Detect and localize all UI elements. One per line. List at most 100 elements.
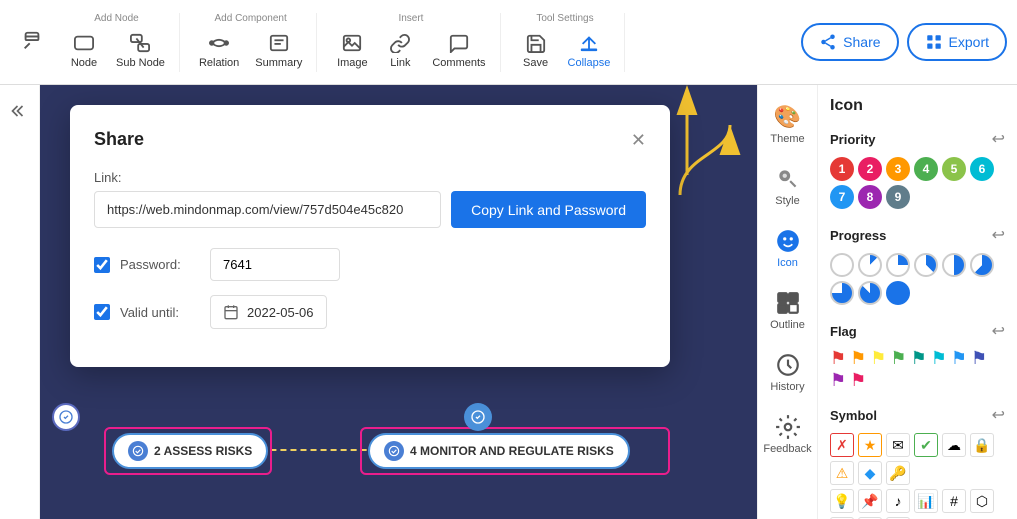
progress-4[interactable] [942, 253, 966, 277]
password-label: Password: [120, 257, 200, 272]
progress-header: Progress ↩ [830, 225, 1005, 245]
relation-button[interactable]: Relation [193, 28, 245, 72]
sidebar-item-outline[interactable]: Outline [758, 279, 817, 341]
link-input[interactable] [94, 191, 441, 228]
progress-reset-button[interactable]: ↩ [992, 225, 1005, 245]
symbol-bulb[interactable]: 💡 [830, 489, 854, 513]
valid-until-row: Valid until: 2022-05-06 [94, 295, 646, 329]
priority-8[interactable]: 8 [858, 185, 882, 209]
symbol-pin[interactable]: 📌 [858, 489, 882, 513]
flag-purple[interactable]: ⚑ [830, 371, 846, 389]
collapse-button[interactable]: Collapse [562, 28, 617, 72]
save-button[interactable]: Save [514, 28, 558, 72]
comments-button[interactable]: Comments [426, 28, 491, 72]
toolbar: Add Node Add Node Node [0, 0, 1017, 85]
add-component-group: Add Component Relation [185, 13, 317, 72]
priority-reset-button[interactable]: ↩ [992, 129, 1005, 149]
flag-orange[interactable]: ⚑ [850, 349, 866, 367]
save-label: Save [523, 57, 548, 69]
symbol-warning[interactable]: ⚠ [830, 461, 854, 485]
sidebar-item-history[interactable]: History [758, 341, 817, 403]
insert-items: Image Link Comments [330, 28, 491, 72]
symbol-hex[interactable]: ⬡ [970, 489, 994, 513]
flag-icons: ⚑ ⚑ ⚑ ⚑ ⚑ ⚑ ⚑ ⚑ ⚑ ⚑ [830, 349, 1005, 389]
flag-section: Flag ↩ ⚑ ⚑ ⚑ ⚑ ⚑ ⚑ ⚑ ⚑ ⚑ ⚑ [830, 321, 1005, 389]
symbol-star[interactable]: ★ [858, 433, 882, 457]
valid-until-checkbox[interactable] [94, 304, 110, 320]
export-button[interactable]: Export [907, 23, 1007, 61]
symbol-music[interactable]: ♪ [886, 489, 910, 513]
relation-icon [207, 31, 231, 55]
flag-header: Flag ↩ [830, 321, 1005, 341]
link-label: Link [390, 57, 410, 69]
symbol-lock[interactable]: 🔒 [970, 433, 994, 457]
progress-5[interactable] [970, 253, 994, 277]
progress-1[interactable] [858, 253, 882, 277]
collapse-label: Collapse [568, 57, 611, 69]
progress-6[interactable] [830, 281, 854, 305]
icon-panel: Icon Priority ↩ 1 2 3 4 5 6 7 8 9 [818, 85, 1017, 519]
priority-7[interactable]: 7 [830, 185, 854, 209]
password-input[interactable] [210, 248, 340, 281]
insert-group: Insert Image [322, 13, 500, 72]
sidebar-item-theme[interactable]: 🎨 Theme [758, 93, 817, 155]
summary-button[interactable]: Summary [249, 28, 308, 72]
priority-3[interactable]: 3 [886, 157, 910, 181]
flag-reset-button[interactable]: ↩ [992, 321, 1005, 341]
summary-label: Summary [255, 57, 302, 69]
progress-2[interactable] [886, 253, 910, 277]
symbol-row-1: ✗ ★ ✉ ✔ ☁ 🔒 ⚠ ◆ 🔑 [830, 433, 1005, 485]
add-component-items: Relation Summary [193, 28, 308, 72]
progress-icons [830, 253, 1005, 305]
share-button[interactable]: Share [801, 23, 898, 61]
sub-node-button[interactable]: Sub Node [110, 28, 171, 72]
node-button[interactable]: Node [62, 28, 106, 72]
symbol-mail[interactable]: ✉ [886, 433, 910, 457]
date-input-wrap[interactable]: 2022-05-06 [210, 295, 327, 329]
priority-9[interactable]: 9 [886, 185, 910, 209]
progress-7[interactable] [858, 281, 882, 305]
symbol-chart[interactable]: 📊 [914, 489, 938, 513]
image-label: Image [337, 57, 368, 69]
image-button[interactable]: Image [330, 28, 374, 72]
symbol-cloud[interactable]: ☁ [942, 433, 966, 457]
progress-3[interactable] [914, 253, 938, 277]
sidebar-item-style[interactable]: Style [758, 155, 817, 217]
flag-cyan[interactable]: ⚑ [931, 349, 947, 367]
flag-red[interactable]: ⚑ [830, 349, 846, 367]
priority-6[interactable]: 6 [970, 157, 994, 181]
feedback-icon [774, 413, 802, 441]
symbol-check[interactable]: ✔ [914, 433, 938, 457]
priority-1[interactable]: 1 [830, 157, 854, 181]
flag-blue[interactable]: ⚑ [951, 349, 967, 367]
symbol-x[interactable]: ✗ [830, 433, 854, 457]
right-sidebar: 🎨 Theme Style [758, 85, 818, 519]
priority-5[interactable]: 5 [942, 157, 966, 181]
symbol-diamond[interactable]: ◆ [858, 461, 882, 485]
format-painter-button[interactable]: Add Node [10, 26, 54, 58]
symbol-number[interactable]: # [942, 489, 966, 513]
sidebar-item-feedback[interactable]: Feedback [758, 403, 817, 465]
priority-2[interactable]: 2 [858, 157, 882, 181]
flag-teal[interactable]: ⚑ [911, 349, 927, 367]
tool-settings-group: Tool Settings Save [506, 13, 626, 72]
priority-4[interactable]: 4 [914, 157, 938, 181]
flag-title: Flag [830, 324, 857, 339]
modal-close-button[interactable]: ✕ [631, 131, 646, 149]
progress-8[interactable] [886, 281, 910, 305]
progress-0[interactable] [830, 253, 854, 277]
password-checkbox[interactable] [94, 257, 110, 273]
flag-yellow[interactable]: ⚑ [870, 349, 886, 367]
export-icon [925, 33, 943, 51]
link-button[interactable]: Link [378, 28, 422, 72]
flag-pink[interactable]: ⚑ [850, 371, 866, 389]
canvas[interactable]: 2 ASSESS RISKS 4 MONITOR AND REGULATE RI… [40, 85, 757, 519]
symbol-reset-button[interactable]: ↩ [992, 405, 1005, 425]
valid-until-label: Valid until: [120, 305, 200, 320]
left-collapse-button[interactable] [4, 95, 36, 132]
copy-link-password-button[interactable]: Copy Link and Password [451, 191, 646, 228]
flag-green[interactable]: ⚑ [890, 349, 906, 367]
flag-indigo[interactable]: ⚑ [971, 349, 987, 367]
sidebar-item-icon[interactable]: Icon [758, 217, 817, 279]
symbol-key[interactable]: 🔑 [886, 461, 910, 485]
